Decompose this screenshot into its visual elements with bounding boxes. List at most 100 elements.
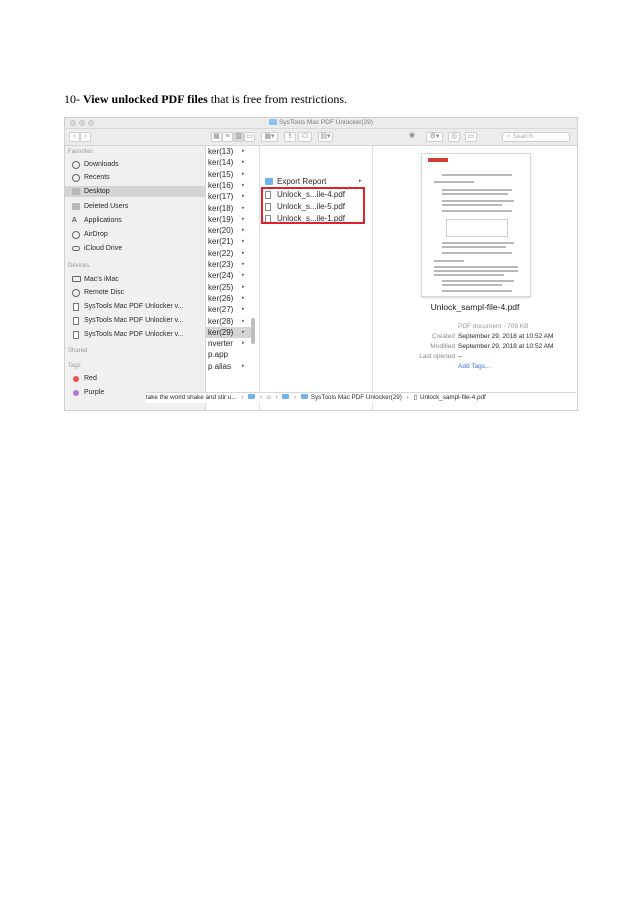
clock-icon [72,173,80,182]
tags-header: Tags [68,363,81,369]
chevron-left-icon: ‹ [73,133,76,140]
devices-header: Devices [68,263,90,269]
disk-icon [73,330,79,339]
search-field[interactable]: ⌕ Search [502,132,570,142]
chevron-right-icon: ▸ [242,204,245,211]
add-tags-link[interactable]: Add Tags... [458,363,490,370]
list-item[interactable]: nverter ▸ [206,338,254,349]
list-item[interactable]: ker(18) ▸ [206,203,254,214]
highlight-box [261,187,365,224]
last-opened-value: -- [458,353,463,360]
step-description: that is free from restrictions. [207,92,348,106]
gear-icon: ⚙▾ [429,133,440,140]
toolbar: ‹ › ▦ ≡ ▥ ▭ ▦▾ ⇪ ⬭ ▤▾ ◉ ⚙▾ ◎ ▭ ⌕ Search [65,129,577,146]
sidebar-item-disk-2[interactable]: SysTools Mac PDF Unlocker v... [65,315,205,326]
sidebar-item-downloads[interactable]: Downloads [65,159,205,170]
chevron-right-icon: ▸ [242,272,245,279]
folder-icon[interactable] [248,394,256,399]
created-value: September 29, 2018 at 10:52 AM [458,333,554,340]
chevron-right-icon: ▸ [242,328,245,335]
red-dot-icon [73,375,79,382]
chevron-right-icon: ▸ [242,159,245,166]
path-segment[interactable]: Unlock_sampl-file-4.pdf [420,394,486,401]
list-item[interactable]: ker(23) ▸ [206,259,254,270]
list-item[interactable]: ker(27) ▸ [206,304,254,315]
gallery-icon: ▭ [246,133,253,140]
preview-pane: Unlock_sampl-file-4.pdf PDF document - 7… [373,146,577,410]
chevron-right-icon: › [84,133,87,140]
folder-icon[interactable] [282,394,290,399]
sidebar-item-deleted-users[interactable]: Deleted Users [65,201,205,212]
action-button[interactable]: ▤▾ [318,132,333,142]
title-bar: SysTools Mac PDF Unlocker(29) [65,118,577,129]
folder-icon [72,203,80,210]
list-item[interactable]: p.app [206,349,254,360]
list-item[interactable]: ker(13) ▸ [206,146,254,157]
sidebar-item-remote-disc[interactable]: Remote Disc [65,287,205,298]
group-button[interactable]: ▦▾ [261,132,278,142]
files-column: Export Report ▸ Unlock_s...ile-4.pdf Unlo… [260,146,373,410]
columns-icon: ▥ [235,133,242,140]
scrollbar[interactable] [251,318,255,344]
chevron-right-icon: ▸ [242,306,245,313]
path-segment[interactable]: SysTools Mac PDF Unlocker(29) [311,394,402,401]
gallery-view-button[interactable]: ▭ [244,132,255,142]
list-item[interactable]: ker(21) ▸ [206,236,254,247]
parent-column: ker(13) ▸ ker(14) ▸ ker(15) ▸ ker(16) ▸ ker(… [206,146,260,410]
share-button[interactable]: ⇪ [284,132,296,142]
share-icon: ⇪ [287,133,293,140]
sidebar-item-disk-3[interactable]: SysTools Mac PDF Unlocker v... [65,329,205,340]
list-item[interactable]: ker(17) ▸ [206,191,254,202]
tag-icon: ⬭ [302,133,308,140]
list-item[interactable]: ker(15) ▸ [206,169,254,180]
path-segment[interactable]: take the world shake and stir u... [146,394,237,401]
sidebar-item-icloud-drive[interactable]: iCloud Drive [65,243,205,254]
list-item[interactable]: ker(22) ▸ [206,248,254,259]
chevron-right-icon: ▸ [242,227,245,234]
airdrop-icon [72,230,80,239]
icon-view-button[interactable]: ▦ [211,132,222,142]
path-separator: › [241,394,244,401]
search-icon: ⌕ [507,133,511,140]
list-icon: ≡ [225,133,230,140]
tags-button[interactable]: ⬭ [298,132,312,142]
sidebar-item-desktop[interactable]: Desktop [65,186,205,197]
sidebar-item-macs-imac[interactable]: Mac's iMac [65,274,205,285]
sidebar-item-recents[interactable]: Recents [65,172,205,183]
list-view-button[interactable]: ≡ [222,132,233,142]
disk-icon [73,302,79,311]
sidebar-item-applications[interactable]: A Applications [65,215,205,226]
settings-button[interactable]: ⚙▾ [426,132,443,142]
list-item[interactable]: ker(24) ▸ [206,270,254,281]
list-item[interactable]: ker(19) ▸ [206,214,254,225]
sidebar-tag-red[interactable]: Red [65,373,205,384]
list-item[interactable]: ker(26) ▸ [206,293,254,304]
download-icon [72,160,80,169]
chevron-right-icon: ▸ [242,238,245,245]
airdrop-button[interactable]: ◎ [448,132,460,142]
arrange-button[interactable]: ▭ [465,132,477,142]
created-label: Created [431,333,455,340]
list-item[interactable]: ker(25) ▸ [206,282,254,293]
folder-export-report[interactable]: Export Report ▸ [260,176,372,187]
applications-icon: A [72,217,77,224]
quick-look-button[interactable]: ◉ [405,132,419,142]
chevron-right-icon: ▸ [242,317,245,324]
home-icon[interactable]: ⌂ [267,394,271,401]
path-separator: › [275,394,278,401]
list-item[interactable]: ker(20) ▸ [206,225,254,236]
column-view-button[interactable]: ▥ [233,132,244,142]
sidebar-item-disk-1[interactable]: SysTools Mac PDF Unlocker v... [65,301,205,312]
list-item[interactable]: ker(16) ▸ [206,180,254,191]
back-button[interactable]: ‹ [69,132,80,142]
list-item[interactable]: p alias ▸ [206,361,254,372]
list-item-selected[interactable]: ker(29) ▸ [206,326,254,338]
search-placeholder: Search [512,133,534,140]
forward-button[interactable]: › [80,132,91,142]
disk-icon [73,316,79,325]
group-icon: ▦▾ [264,133,275,140]
list-item[interactable]: ker(28) ▸ [206,316,254,327]
sidebar-item-airdrop[interactable]: AirDrop [65,229,205,240]
sidebar: Favorites Downloads Recents Desktop Dele… [65,146,206,410]
list-item[interactable]: ker(14) ▸ [206,157,254,168]
